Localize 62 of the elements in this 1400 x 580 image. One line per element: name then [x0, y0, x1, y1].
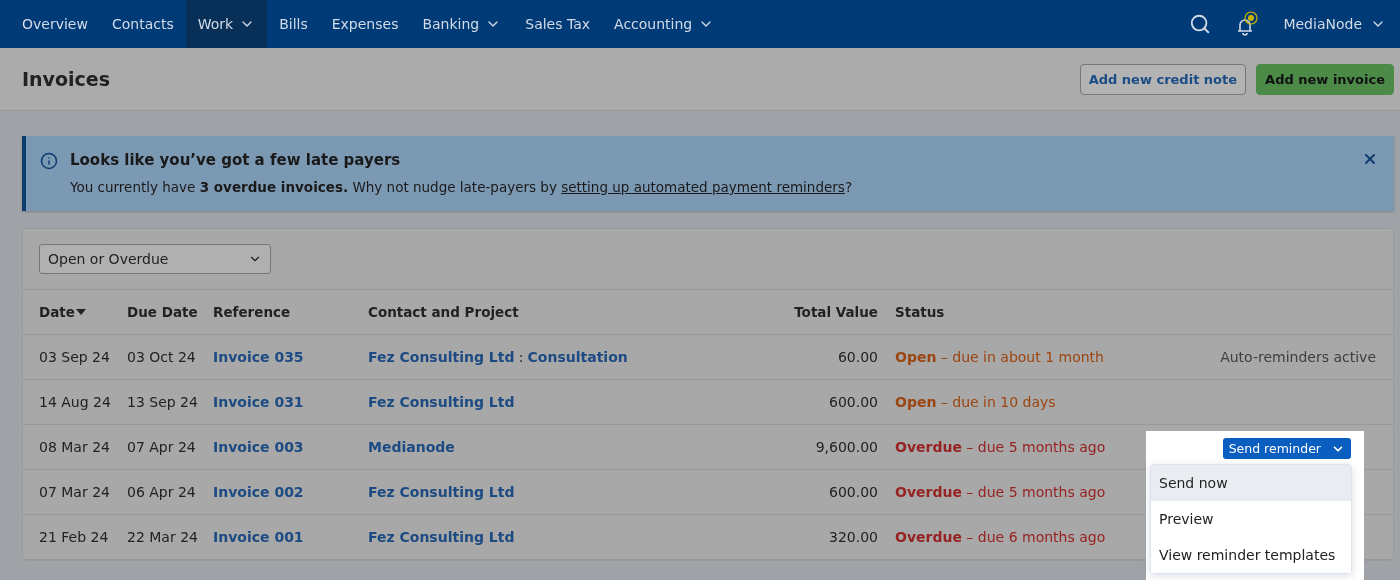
- column-header[interactable]: Due Date: [127, 304, 213, 320]
- table-cell-text: 21 Feb 24: [39, 529, 110, 545]
- page-title: Invoices: [22, 68, 110, 90]
- reminders-link[interactable]: setting up automated payment reminders: [561, 179, 845, 195]
- status-text: Overdue – due 5 months ago: [894, 439, 1107, 455]
- account-menu[interactable]: MediaNode: [1283, 16, 1386, 32]
- invoice-link[interactable]: Invoice 003: [213, 439, 304, 455]
- table-cell-text: 600.00: [828, 394, 878, 410]
- column-header[interactable]: Total Value: [780, 304, 878, 320]
- status-text: Open – due in 10 days: [894, 394, 1057, 410]
- nav-item[interactable]: Contacts: [99, 0, 186, 48]
- column-header[interactable]: Contact and Project: [368, 304, 780, 320]
- table-cell-text: 03 Oct 24: [127, 349, 197, 365]
- contact-link[interactable]: Fez Consulting Ltd: [368, 484, 515, 500]
- invoice-link[interactable]: Invoice 002: [213, 484, 304, 500]
- add-invoice-button[interactable]: Add new invoice: [1256, 63, 1394, 95]
- invoice-link[interactable]: Invoice 001: [213, 529, 304, 545]
- table-cell-text: 320.00: [828, 529, 878, 545]
- contact-link[interactable]: Medianode: [368, 439, 455, 455]
- table-cell-text: 60.00: [836, 349, 878, 365]
- column-header[interactable]: Status: [878, 304, 1148, 320]
- status-filter[interactable]: Open or Overdue: [39, 244, 271, 274]
- close-icon[interactable]: [1362, 151, 1378, 167]
- status-text: Overdue – due 5 months ago: [894, 484, 1107, 500]
- status-text: Overdue – due 6 months ago: [894, 529, 1107, 545]
- search-icon[interactable]: [1189, 13, 1212, 35]
- nav-item[interactable]: Bills: [267, 0, 320, 48]
- menu-item[interactable]: Send now: [1151, 465, 1351, 501]
- table-cell-text: 06 Apr 24: [127, 484, 197, 500]
- status-text: Open – due in about 1 month: [894, 349, 1105, 365]
- column-header[interactable]: Date: [39, 304, 127, 320]
- invoice-link[interactable]: Invoice 031: [213, 394, 304, 410]
- nav-item[interactable]: Overview: [10, 0, 100, 48]
- contact-link[interactable]: Fez Consulting Ltd: [368, 394, 515, 410]
- table-cell-text: 13 Sep 24: [127, 394, 199, 410]
- info-icon: [40, 152, 58, 170]
- table-cell-text: 9,600.00: [814, 439, 878, 455]
- contact-link[interactable]: Fez Consulting Ltd: [368, 529, 515, 545]
- add-credit-note-button[interactable]: Add new credit note: [1079, 63, 1247, 95]
- nav-item[interactable]: Expenses: [319, 0, 411, 48]
- invoice-link[interactable]: Invoice 035: [213, 349, 304, 365]
- alert-message: You currently have 3 overdue invoices. Why not nudge late-payers by setting up automated payment reminders?: [70, 179, 854, 195]
- nav-item[interactable]: Accounting: [602, 0, 727, 48]
- send-reminder-button[interactable]: Send reminder: [1222, 438, 1351, 459]
- nav-item[interactable]: Banking: [410, 0, 514, 48]
- alert-title: Looks like you’ve got a few late payers: [70, 151, 402, 169]
- separator: :: [518, 349, 524, 365]
- nav-item[interactable]: Sales Tax: [513, 0, 603, 48]
- table-cell-text: 07 Mar 24: [39, 484, 111, 500]
- column-header[interactable]: Reference: [213, 304, 368, 320]
- table-cell-text: 08 Mar 24: [39, 439, 111, 455]
- project-link[interactable]: Consultation: [527, 349, 628, 365]
- nav-item[interactable]: Work: [185, 0, 268, 48]
- table-cell-text: 03 Sep 24: [39, 349, 111, 365]
- table-cell-text: 07 Apr 24: [127, 439, 197, 455]
- table-cell-text: 14 Aug 24: [39, 394, 112, 410]
- table-cell-text: 22 Mar 24: [127, 529, 199, 545]
- menu-item[interactable]: Preview: [1151, 501, 1351, 537]
- contact-link[interactable]: Fez Consulting Ltd: [368, 349, 515, 365]
- table-cell-text: 600.00: [828, 484, 878, 500]
- menu-item[interactable]: View reminder templates: [1151, 537, 1351, 573]
- reminder-status: Auto-reminders active: [1220, 349, 1376, 365]
